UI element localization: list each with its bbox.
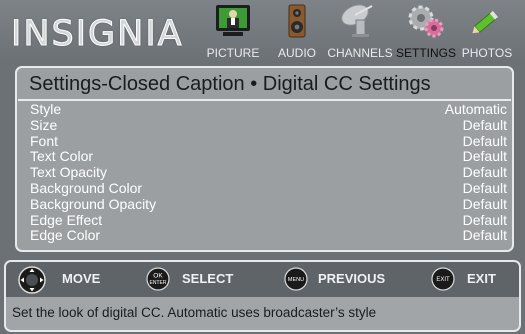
- setting-label: Font: [30, 132, 59, 149]
- pencil-photo-icon: [472, 10, 498, 34]
- menu-button-icon: MENU: [284, 267, 308, 291]
- panel-title: Settings-Closed Caption • Digital CC Set…: [29, 73, 431, 95]
- setting-value: Automatic: [444, 101, 507, 117]
- svg-text:EXIT: EXIT: [436, 277, 450, 283]
- setting-row-background-color[interactable]: Background Color Default: [17, 180, 512, 196]
- setting-label: Size: [30, 116, 58, 133]
- move-hint-label: MOVE: [62, 271, 101, 286]
- setting-value: Default: [462, 195, 507, 212]
- menu-label-channels: CHANNELS: [327, 46, 393, 60]
- top-menu-bar: INSIGNIA PICTURE AUDIO CHANNELS SETTINGS…: [0, 0, 525, 62]
- setting-value: Default: [462, 179, 507, 196]
- exit-button-icon: EXIT: [431, 267, 455, 291]
- setting-row-edge-effect[interactable]: Edge Effect Default: [17, 212, 512, 228]
- setting-row-font[interactable]: Font Default: [17, 133, 512, 149]
- setting-label: Style: [30, 101, 62, 117]
- menu-item-audio[interactable]: AUDIO: [272, 0, 322, 62]
- setting-label: Edge Effect: [30, 211, 103, 228]
- setting-row-background-opacity[interactable]: Background Opacity Default: [17, 196, 512, 212]
- brand-logo: INSIGNIA: [11, 14, 184, 55]
- menu-label-photos: PHOTOS: [461, 46, 513, 60]
- remote-key-hints: MOVE OK ENTER SELECT MENU PREVIOUS EXIT …: [6, 262, 519, 297]
- exit-hint-label: EXIT: [467, 271, 496, 286]
- setting-value: Default: [462, 211, 507, 228]
- setting-value: Default: [462, 227, 507, 244]
- picture-icon: [216, 5, 250, 36]
- menu-item-picture[interactable]: PICTURE: [202, 0, 264, 62]
- menu-label-picture: PICTURE: [206, 46, 260, 60]
- setting-label: Background Color: [30, 179, 143, 196]
- help-bar: MOVE OK ENTER SELECT MENU PREVIOUS EXIT …: [4, 260, 521, 332]
- cc-settings-panel: Settings-Closed Caption • Digital CC Set…: [15, 66, 514, 252]
- setting-row-edge-color[interactable]: Edge Color Default: [17, 227, 512, 243]
- gears-icon: [408, 5, 444, 38]
- setting-label: Background Opacity: [30, 195, 157, 212]
- settings-list: Style Automatic Size Default Font Defaul…: [17, 101, 512, 243]
- setting-value: Default: [462, 132, 507, 149]
- menu-item-photos[interactable]: PHOTOS: [459, 0, 515, 62]
- setting-row-size[interactable]: Size Default: [17, 117, 512, 133]
- setting-label: Text Opacity: [30, 164, 108, 181]
- ok-enter-button-icon: OK ENTER: [146, 267, 170, 291]
- dpad-icon: [18, 266, 46, 294]
- menu-item-settings[interactable]: SETTINGS: [396, 0, 456, 62]
- svg-text:OK: OK: [153, 273, 163, 280]
- speaker-icon: [288, 4, 306, 38]
- setting-label: Edge Color: [30, 227, 101, 244]
- setting-row-style[interactable]: Style Automatic: [17, 101, 512, 117]
- menu-label-settings: SETTINGS: [396, 46, 457, 60]
- menu-label-audio: AUDIO: [277, 46, 316, 60]
- help-description: Set the look of digital CC. Automatic us…: [12, 305, 377, 320]
- setting-row-text-color[interactable]: Text Color Default: [17, 148, 512, 164]
- setting-label: Text Color: [30, 148, 94, 165]
- setting-value: Default: [462, 148, 507, 165]
- previous-hint-label: PREVIOUS: [318, 271, 386, 286]
- setting-row-text-opacity[interactable]: Text Opacity Default: [17, 164, 512, 180]
- svg-text:ENTER: ENTER: [150, 280, 167, 286]
- setting-value: Default: [462, 116, 507, 133]
- select-hint-label: SELECT: [182, 271, 234, 286]
- setting-value: Default: [462, 164, 507, 181]
- svg-text:MENU: MENU: [288, 277, 304, 283]
- satellite-dish-icon: [341, 4, 373, 37]
- menu-item-channels[interactable]: CHANNELS: [326, 0, 394, 62]
